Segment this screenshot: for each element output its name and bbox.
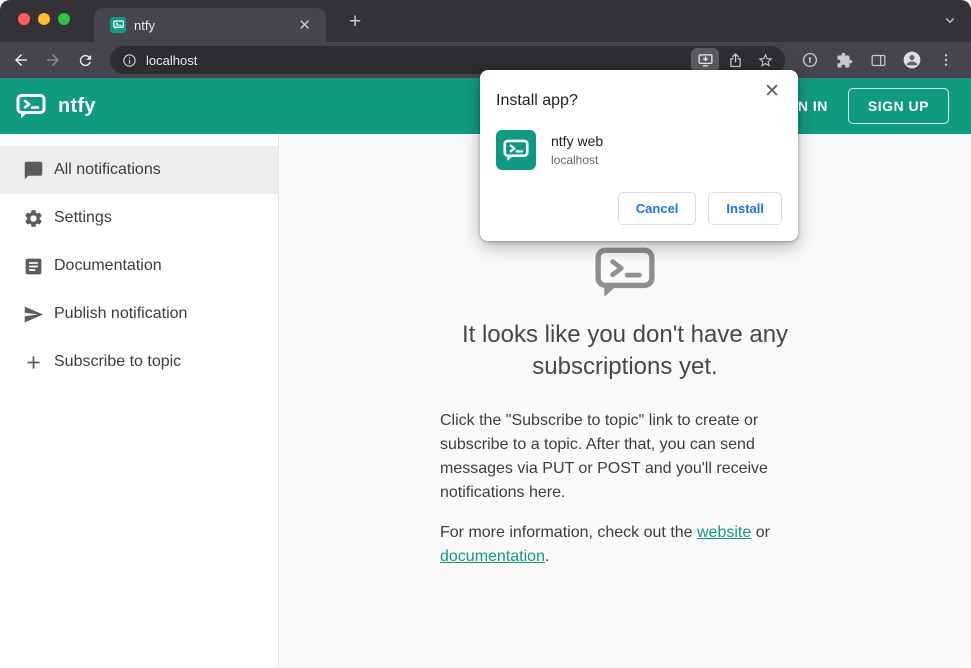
documentation-link[interactable]: documentation — [440, 548, 545, 565]
minimize-window-button[interactable] — [38, 13, 50, 25]
extensions-puzzle-icon[interactable] — [829, 46, 859, 74]
gear-icon — [21, 206, 45, 230]
dialog-app-row: ntfy web localhost — [496, 130, 782, 170]
sign-up-button[interactable]: SIGN UP — [847, 88, 949, 124]
more-text: . — [544, 547, 550, 565]
app-name: ntfy web — [551, 133, 604, 149]
browser-window: ntfy ✕ + localhost ntfy SIGN IN SIGN UP … — [0, 0, 971, 668]
tab-search-chevron-icon[interactable] — [941, 11, 959, 34]
app-origin: localhost — [551, 153, 599, 167]
empty-state-body: Click the "Subscribe to topic" link to c… — [440, 411, 768, 501]
dialog-actions: Cancel Install — [496, 192, 782, 225]
install-app-dialog: Install app? ✕ ntfy web localhost Cancel… — [480, 70, 798, 241]
send-icon — [21, 302, 45, 326]
window-controls — [18, 13, 70, 25]
sidebar-item-documentation[interactable]: Documentation — [0, 242, 278, 290]
zoom-window-button[interactable] — [58, 13, 70, 25]
reload-button[interactable] — [70, 46, 100, 74]
sidebar-item-label: Publish notification — [54, 305, 188, 322]
site-info-icon[interactable] — [122, 53, 137, 68]
sidebar-item-label: All notifications — [54, 161, 161, 178]
brand-title: ntfy — [58, 94, 96, 117]
chat-icon — [21, 158, 45, 182]
bookmark-star-icon[interactable] — [751, 48, 779, 72]
tab-title: ntfy — [134, 17, 155, 33]
dialog-title: Install app? — [496, 92, 578, 109]
sidebar-item-publish-notification[interactable]: Publish notification — [0, 290, 278, 338]
empty-state-heading: It looks like you don't have any subscri… — [461, 321, 789, 380]
sidebar-item-label: Subscribe to topic — [54, 353, 182, 370]
toolbar-right-cluster — [795, 46, 965, 74]
back-button[interactable] — [6, 46, 36, 74]
menu-kebab-icon[interactable] — [931, 46, 961, 74]
install-button[interactable]: Install — [708, 192, 782, 225]
side-panel-icon[interactable] — [863, 46, 893, 74]
dialog-app-meta: ntfy web localhost — [551, 133, 603, 167]
close-icon[interactable]: ✕ — [758, 78, 786, 105]
profile-avatar[interactable] — [897, 46, 927, 74]
sidebar: All notifications Settings Documentation… — [0, 134, 279, 668]
sidebar-item-label: Settings — [54, 209, 112, 226]
tab-close-icon[interactable]: ✕ — [293, 14, 316, 36]
plus-icon — [21, 350, 45, 374]
ntfy-logo-icon — [16, 93, 46, 120]
forward-button[interactable] — [38, 46, 68, 74]
sidebar-item-settings[interactable]: Settings — [0, 194, 278, 242]
url-text: localhost — [146, 52, 198, 68]
new-tab-button[interactable]: + — [341, 6, 369, 38]
password-manager-extension-icon[interactable] — [795, 46, 825, 74]
more-text: or — [751, 523, 770, 541]
share-icon[interactable] — [721, 48, 749, 72]
tab-strip: ntfy ✕ + — [0, 0, 971, 42]
sidebar-item-subscribe-to-topic[interactable]: Subscribe to topic — [0, 338, 278, 386]
more-text: For more information, check out the — [440, 523, 697, 541]
browser-tab[interactable]: ntfy ✕ — [94, 8, 326, 42]
install-app-icon[interactable] — [691, 48, 719, 72]
ntfy-app-icon — [496, 130, 536, 170]
empty-state: It looks like you don't have any subscri… — [425, 246, 825, 569]
ntfy-favicon — [110, 17, 126, 33]
sidebar-item-all-notifications[interactable]: All notifications — [0, 146, 278, 194]
article-icon — [21, 254, 45, 278]
close-window-button[interactable] — [18, 13, 30, 25]
sidebar-item-label: Documentation — [54, 257, 162, 274]
ntfy-logo-icon — [594, 247, 656, 304]
cancel-button[interactable]: Cancel — [617, 192, 697, 225]
empty-state-more: For more information, check out the webs… — [440, 521, 810, 569]
website-link[interactable]: website — [697, 524, 751, 541]
